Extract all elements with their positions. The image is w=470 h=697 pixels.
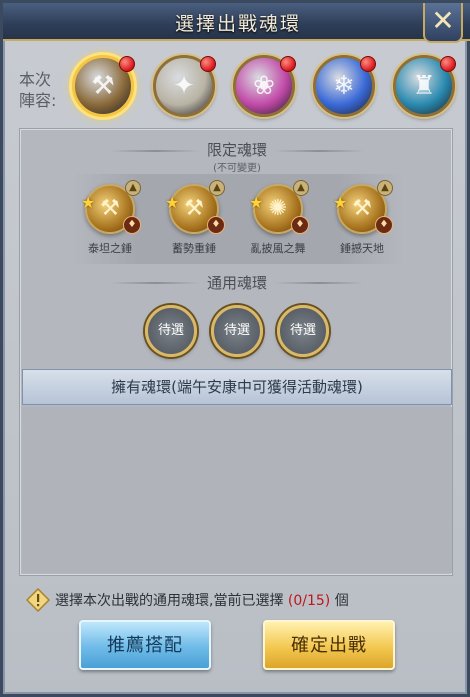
notification-dot bbox=[119, 56, 135, 72]
general-ring-slot-3[interactable]: 待選 bbox=[277, 305, 329, 357]
lineup-label: 本次陣容: bbox=[19, 70, 57, 110]
hint-text: 選擇本次出戰的通用魂環,當前已選擇 bbox=[55, 593, 284, 609]
owned-rings-list[interactable] bbox=[22, 407, 452, 573]
owned-rings-header: 擁有魂環(端午安康中可獲得活動魂環) bbox=[22, 369, 452, 405]
notification-dot bbox=[440, 56, 456, 72]
ring-badge-icon: ♦ bbox=[375, 216, 393, 234]
general-ring-slot-1[interactable]: 待選 bbox=[145, 305, 197, 357]
notification-dot bbox=[360, 56, 376, 72]
star-icon: ★ bbox=[333, 193, 348, 212]
star-icon: ★ bbox=[81, 193, 96, 212]
title-bar: 選擇出戰魂環 bbox=[3, 3, 470, 41]
limited-ring-item[interactable]: ⚒ ★ ▲ ♦ 蓄勢重錘 bbox=[156, 180, 232, 256]
soul-ring-dialog: 選擇出戰魂環 ✕ 本次陣容: ⚒ ✦ ❀ ❄ ♜ 限定魂環 (不可變更) ⚒ ★… bbox=[0, 0, 470, 697]
earth-hammer-icon: ⚒ ★ ▲ ♦ bbox=[333, 180, 393, 234]
lock-icon: ▲ bbox=[125, 180, 141, 196]
lock-icon: ▲ bbox=[209, 180, 225, 196]
star-icon: ★ bbox=[249, 193, 264, 212]
close-icon: ✕ bbox=[431, 4, 455, 37]
warning-icon bbox=[26, 588, 50, 612]
lineup-avatar-crystal[interactable]: ❄ bbox=[313, 55, 376, 117]
ring-badge-icon: ♦ bbox=[123, 216, 141, 234]
wind-dance-icon: ✺ ★ ▲ ♦ bbox=[249, 180, 309, 234]
lineup-avatar-hammer[interactable]: ⚒ bbox=[72, 55, 135, 117]
recommend-button[interactable]: 推薦搭配 bbox=[79, 620, 211, 670]
star-icon: ★ bbox=[165, 193, 180, 212]
soul-ring-panel: 限定魂環 (不可變更) ⚒ ★ ▲ ♦ 泰坦之錘 ⚒ ★ ▲ ♦ 蓄勢重錘 ✺ … bbox=[19, 128, 453, 576]
notification-dot bbox=[280, 56, 296, 72]
ring-name: 泰坦之錘 bbox=[88, 242, 132, 255]
golden-hammer-icon: ⚒ ★ ▲ ♦ bbox=[81, 180, 141, 234]
selection-hint: 選擇本次出戰的通用魂環,當前已選擇 (0/15) 個 bbox=[55, 590, 349, 610]
notification-dot bbox=[200, 56, 216, 72]
selection-count: (0/15) bbox=[287, 593, 331, 609]
ring-badge-icon: ♦ bbox=[291, 216, 309, 234]
lock-icon: ▲ bbox=[377, 180, 393, 196]
limited-section-title: 限定魂環 bbox=[206, 141, 267, 159]
general-ring-slot-2[interactable]: 待選 bbox=[211, 305, 263, 357]
ring-name: 亂披風之舞 bbox=[250, 242, 306, 255]
ring-badge-icon: ♦ bbox=[207, 216, 225, 234]
ring-name: 蓄勢重錘 bbox=[172, 242, 216, 255]
lineup-avatar-pink[interactable]: ❀ bbox=[233, 55, 296, 117]
heavy-hammer-icon: ⚒ ★ ▲ ♦ bbox=[165, 180, 225, 234]
lineup-avatar-tower[interactable]: ♜ bbox=[393, 55, 456, 117]
lineup-avatar-tiger[interactable]: ✦ bbox=[153, 55, 216, 117]
limited-ring-item[interactable]: ⚒ ★ ▲ ♦ 錘撼天地 bbox=[324, 180, 400, 256]
limited-section-subtitle: (不可變更) bbox=[213, 163, 261, 174]
hint-suffix: 個 bbox=[334, 593, 349, 609]
lock-icon: ▲ bbox=[293, 180, 309, 196]
dialog-title: 選擇出戰魂環 bbox=[174, 13, 301, 35]
confirm-battle-button[interactable]: 確定出戰 bbox=[263, 620, 395, 670]
close-button[interactable]: ✕ bbox=[423, 3, 463, 43]
limited-ring-item[interactable]: ⚒ ★ ▲ ♦ 泰坦之錘 bbox=[72, 180, 148, 256]
limited-ring-item[interactable]: ✺ ★ ▲ ♦ 亂披風之舞 bbox=[240, 180, 316, 256]
general-section-title: 通用魂環 bbox=[206, 274, 267, 292]
ring-name: 錘撼天地 bbox=[340, 242, 384, 255]
